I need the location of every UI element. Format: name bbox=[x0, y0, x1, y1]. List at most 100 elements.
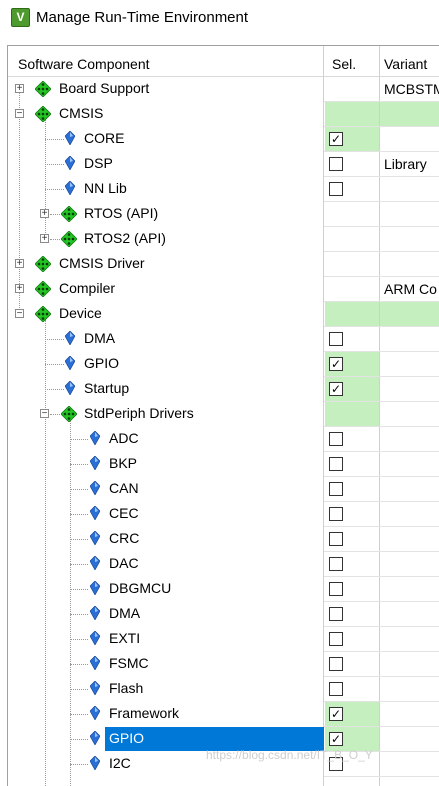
select-checkbox[interactable]: ✓ bbox=[329, 707, 343, 721]
component-icon bbox=[64, 180, 76, 196]
component-label: ADC bbox=[109, 430, 139, 446]
component-label: Device bbox=[59, 305, 102, 321]
select-checkbox[interactable] bbox=[329, 507, 343, 521]
component-icon bbox=[89, 680, 101, 696]
component-icon bbox=[89, 655, 101, 671]
column-header-row: Software Component Sel. Variant bbox=[8, 46, 439, 77]
component-icon bbox=[64, 380, 76, 396]
variant-value[interactable]: ARM Co bbox=[384, 281, 439, 297]
select-checkbox[interactable]: ✓ bbox=[329, 132, 343, 146]
component-group-icon bbox=[60, 230, 78, 248]
column-header-software-component[interactable]: Software Component bbox=[18, 46, 150, 76]
component-row[interactable]: DAC bbox=[8, 552, 439, 577]
component-row[interactable]: Startup ✓ bbox=[8, 377, 439, 402]
component-icon bbox=[89, 455, 101, 471]
component-label: Flash bbox=[109, 680, 144, 696]
component-icon bbox=[89, 505, 101, 521]
component-row[interactable]: + CMSIS Driver bbox=[8, 252, 439, 277]
collapse-icon[interactable]: − bbox=[15, 309, 24, 319]
component-row[interactable]: FSMC bbox=[8, 652, 439, 677]
variant-value[interactable]: MCBSTM bbox=[384, 81, 439, 97]
collapse-icon[interactable]: − bbox=[40, 409, 49, 419]
component-row[interactable]: DMA bbox=[8, 602, 439, 627]
component-icon bbox=[89, 605, 101, 621]
component-group-icon bbox=[34, 305, 52, 323]
component-row[interactable]: ADC bbox=[8, 427, 439, 452]
component-group-icon bbox=[34, 80, 52, 98]
component-row[interactable]: Flash bbox=[8, 677, 439, 702]
select-checkbox[interactable] bbox=[329, 157, 343, 171]
select-checkbox[interactable] bbox=[329, 457, 343, 471]
component-label: RTOS2 (API) bbox=[84, 230, 166, 246]
select-checkbox[interactable] bbox=[329, 532, 343, 546]
expand-icon[interactable]: + bbox=[15, 259, 24, 269]
select-checkbox[interactable]: ✓ bbox=[329, 732, 343, 746]
select-checkbox[interactable] bbox=[329, 657, 343, 671]
component-row[interactable]: DBGMCU bbox=[8, 577, 439, 602]
row-gridline bbox=[324, 776, 439, 777]
component-label: Startup bbox=[84, 380, 130, 396]
component-row[interactable]: − CMSIS bbox=[8, 102, 439, 127]
select-checkbox[interactable]: ✓ bbox=[329, 357, 343, 371]
component-label: DAC bbox=[109, 555, 139, 571]
component-row[interactable]: GPIO ✓ bbox=[8, 352, 439, 377]
component-row[interactable]: CRC bbox=[8, 527, 439, 552]
component-group-icon bbox=[60, 405, 78, 423]
component-label: Compiler bbox=[59, 280, 116, 296]
component-row[interactable]: + RTOS2 (API) bbox=[8, 227, 439, 252]
component-row[interactable]: NN Lib bbox=[8, 177, 439, 202]
expand-icon[interactable]: + bbox=[40, 234, 49, 244]
component-icon bbox=[89, 580, 101, 596]
selection-ok-cell bbox=[325, 402, 379, 426]
component-label: CMSIS bbox=[59, 105, 104, 121]
expand-icon[interactable]: + bbox=[15, 84, 24, 94]
expand-icon[interactable]: + bbox=[15, 284, 24, 294]
component-label: CORE bbox=[84, 130, 125, 146]
select-checkbox[interactable] bbox=[329, 632, 343, 646]
component-icon bbox=[64, 130, 76, 146]
expand-icon[interactable]: + bbox=[40, 209, 49, 219]
component-row[interactable]: Framework ✓ bbox=[8, 702, 439, 727]
component-group-icon bbox=[34, 105, 52, 123]
component-icon bbox=[64, 355, 76, 371]
component-group-icon bbox=[34, 280, 52, 298]
component-icon bbox=[89, 530, 101, 546]
component-row[interactable]: BKP bbox=[8, 452, 439, 477]
select-checkbox[interactable] bbox=[329, 682, 343, 696]
select-checkbox[interactable] bbox=[329, 607, 343, 621]
component-row[interactable]: + Compiler ARM Co bbox=[8, 277, 439, 302]
select-checkbox[interactable]: ✓ bbox=[329, 382, 343, 396]
component-row[interactable]: CAN bbox=[8, 477, 439, 502]
component-row[interactable]: DMA bbox=[8, 327, 439, 352]
column-header-sel[interactable]: Sel. bbox=[332, 46, 356, 76]
component-label: GPIO bbox=[109, 730, 145, 746]
component-row[interactable]: + RTOS (API) bbox=[8, 202, 439, 227]
select-checkbox[interactable] bbox=[329, 482, 343, 496]
component-group-icon bbox=[60, 205, 78, 223]
component-row[interactable]: EXTI bbox=[8, 627, 439, 652]
component-row[interactable]: DSP Library bbox=[8, 152, 439, 177]
component-row[interactable]: − StdPeriph Drivers bbox=[8, 402, 439, 427]
collapse-icon[interactable]: − bbox=[15, 109, 24, 119]
component-label: DSP bbox=[84, 155, 113, 171]
component-label: NN Lib bbox=[84, 180, 127, 196]
component-tree-grid: Software Component Sel. Variant + Board S… bbox=[7, 45, 439, 786]
select-checkbox[interactable] bbox=[329, 432, 343, 446]
component-row[interactable]: CORE ✓ bbox=[8, 127, 439, 152]
component-row[interactable]: − Device bbox=[8, 302, 439, 327]
select-checkbox[interactable] bbox=[329, 332, 343, 346]
component-row[interactable]: CEC bbox=[8, 502, 439, 527]
variant-value[interactable]: Library bbox=[384, 156, 439, 172]
select-checkbox[interactable] bbox=[329, 582, 343, 596]
component-label: DMA bbox=[109, 605, 141, 621]
component-label: CRC bbox=[109, 530, 140, 546]
component-row[interactable]: + Board Support MCBSTM bbox=[8, 77, 439, 102]
component-label: EXTI bbox=[109, 630, 141, 646]
component-icon bbox=[89, 430, 101, 446]
select-checkbox[interactable] bbox=[329, 557, 343, 571]
select-checkbox[interactable] bbox=[329, 182, 343, 196]
component-icon bbox=[64, 155, 76, 171]
component-label: GPIO bbox=[84, 355, 120, 371]
column-header-variant[interactable]: Variant bbox=[384, 46, 427, 76]
variant-ok-cell bbox=[380, 102, 439, 126]
